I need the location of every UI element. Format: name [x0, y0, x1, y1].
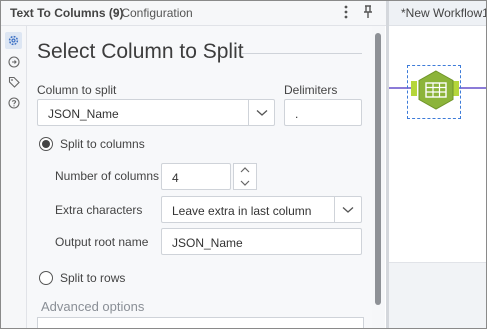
- workflow-canvas: *New Workflow1: [389, 1, 486, 328]
- chevron-down-icon[interactable]: [249, 100, 275, 125]
- output-root-name-label: Output root name: [55, 235, 149, 249]
- workflow-tab-title: *New Workflow1: [401, 6, 487, 20]
- text-to-columns-tool-icon[interactable]: [417, 70, 455, 110]
- section-heading: Select Column to Split: [37, 40, 244, 63]
- delimiters-value: .: [295, 107, 299, 121]
- workflow-tab[interactable]: *New Workflow1: [389, 1, 486, 26]
- vertical-ellipsis-icon[interactable]: [341, 3, 351, 21]
- number-of-columns-label: Number of columns: [55, 169, 160, 183]
- gear-icon[interactable]: [5, 32, 22, 49]
- canvas-lower-area: [389, 262, 486, 328]
- number-of-columns-input[interactable]: 4: [161, 163, 231, 190]
- number-of-columns-stepper[interactable]: [233, 163, 257, 190]
- heading-divider: [241, 53, 362, 54]
- help-icon[interactable]: [5, 94, 22, 111]
- arrow-circle-icon[interactable]: [5, 53, 22, 70]
- advanced-options-heading[interactable]: Advanced options: [41, 299, 144, 314]
- chevron-down-icon[interactable]: [335, 197, 361, 222]
- extra-characters-label: Extra characters: [55, 203, 143, 217]
- column-to-split-label: Column to split: [37, 83, 117, 97]
- split-to-rows-label: Split to rows: [60, 271, 126, 285]
- config-side-rail: [1, 26, 27, 328]
- configuration-card: Select Column to Split Column to split D…: [27, 26, 372, 328]
- chevron-down-icon[interactable]: [234, 177, 256, 189]
- extra-characters-value: Leave extra in last column: [172, 204, 312, 218]
- advanced-options-box: [37, 317, 364, 328]
- vertical-scrollbar-thumb[interactable]: [375, 33, 381, 305]
- panel-subtitle: - Configuration: [114, 6, 193, 20]
- column-to-split-dropdown[interactable]: JSON_Name: [37, 99, 275, 126]
- extra-characters-dropdown[interactable]: Leave extra in last column: [161, 196, 362, 223]
- pin-icon[interactable]: [361, 3, 375, 21]
- split-to-rows-radio[interactable]: [39, 271, 53, 285]
- split-to-columns-radio[interactable]: [39, 137, 53, 151]
- number-of-columns-value: 4: [172, 171, 179, 185]
- column-to-split-value: JSON_Name: [48, 107, 119, 121]
- tag-icon[interactable]: [5, 73, 22, 90]
- delimiters-label: Delimiters: [284, 83, 338, 97]
- chevron-up-icon[interactable]: [234, 164, 256, 176]
- configuration-title-bar: Text To Columns (9) - Configuration: [1, 1, 386, 26]
- split-to-columns-label: Split to columns: [60, 137, 145, 151]
- tool-name: Text To Columns (9): [10, 6, 124, 20]
- app-window: Text To Columns (9) - Configuration Sele…: [0, 0, 487, 329]
- output-root-name-input[interactable]: JSON_Name: [161, 228, 362, 255]
- outgoing-connection[interactable]: [459, 87, 486, 89]
- delimiters-input[interactable]: .: [284, 99, 362, 126]
- output-root-name-value: JSON_Name: [172, 236, 243, 250]
- canvas-area[interactable]: [389, 26, 486, 262]
- configuration-content: Select Column to Split Column to split D…: [27, 26, 372, 328]
